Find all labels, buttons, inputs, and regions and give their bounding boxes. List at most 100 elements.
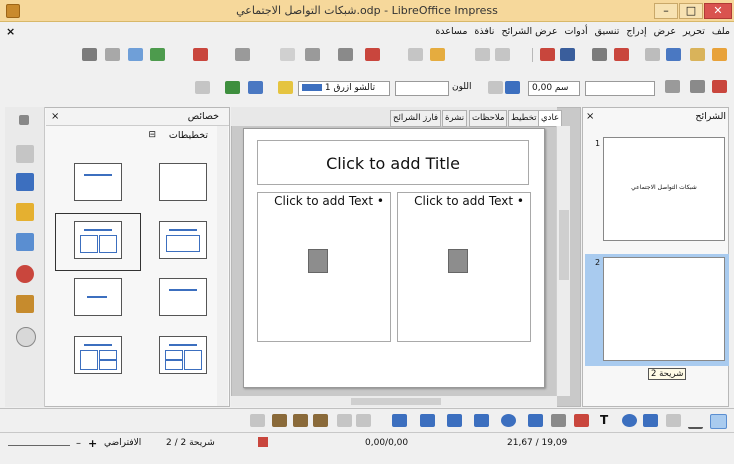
vertical-scroll-thumb[interactable] [559,210,569,280]
basic-shapes-icon[interactable] [528,414,543,427]
workspace-horizontal-scrollbar[interactable] [231,396,557,407]
layout-title-content[interactable] [74,163,122,201]
tab-notes[interactable]: ملاحظات [469,110,508,127]
line-icon[interactable] [665,80,680,93]
tab-outline[interactable]: تخطيط [508,110,540,127]
extrusion-icon[interactable] [272,414,287,427]
insert-object-icon[interactable] [308,249,328,273]
menu-file[interactable]: ملف [712,26,730,37]
master-slides-icon[interactable] [150,48,165,61]
sidebar-menu-icon[interactable] [19,115,29,125]
title-placeholder[interactable]: Click to add Title [257,140,529,185]
menu-tools[interactable]: أدوات [565,26,588,37]
area-style-icon[interactable] [488,81,503,94]
block-arrows-icon[interactable] [474,414,489,427]
grid-icon[interactable] [280,48,295,61]
slide-thumbnail-1[interactable]: شبكات التواصل الاجتماعي [603,137,725,241]
layout-blank[interactable] [159,163,207,201]
shadow-icon[interactable] [278,81,293,94]
impress-app-icon[interactable] [6,4,20,18]
ellipse-tool-icon[interactable] [622,414,637,427]
slideshow-icon[interactable] [82,48,97,61]
tab-handout[interactable]: نشرة [442,110,468,127]
slide-thumbnail-2[interactable] [603,257,725,361]
text-placeholder-left[interactable]: Click to add Text • [257,192,391,342]
minimize-button[interactable]: – [654,3,678,19]
points-icon[interactable] [356,414,371,427]
new-document-icon[interactable] [712,48,727,61]
copy-icon[interactable] [540,48,555,61]
image-icon[interactable] [313,414,328,427]
menu-edit[interactable]: تحرير [683,26,705,37]
line-style-select[interactable] [585,81,655,96]
clone-format-icon[interactable] [475,48,490,61]
tab-slide-sorter[interactable]: فارز الشرائح [390,110,442,127]
symbol-shapes-icon[interactable] [501,414,516,427]
new-slide-icon[interactable] [105,48,120,61]
glue-points-icon[interactable] [337,414,352,427]
stars-icon[interactable] [392,414,407,427]
maximize-button[interactable]: □ [679,3,703,19]
pdf-icon[interactable] [614,48,629,61]
shadow-tool-icon[interactable] [250,414,265,427]
align-icon[interactable] [690,80,705,93]
undo-icon[interactable] [430,48,445,61]
layouts-section-header[interactable]: تخطيطات ⊟ [60,130,210,144]
area-style-select[interactable] [395,81,449,96]
zoom-slider[interactable] [8,445,70,446]
open-icon[interactable] [690,48,705,61]
layout-title-only[interactable] [159,278,207,316]
line-color-icon[interactable] [505,81,520,94]
menu-help[interactable]: مساعدة [435,26,467,37]
styles-icon[interactable] [16,265,34,283]
rectangle-tool-icon[interactable] [643,414,658,427]
export-icon[interactable] [645,48,660,61]
line-tool-icon[interactable] [688,414,703,429]
slides-panel-close-button[interactable]: × [586,111,594,122]
insert-chart-icon[interactable] [305,48,320,61]
callouts-icon[interactable] [420,414,435,427]
horizontal-scroll-thumb[interactable] [351,398,441,405]
menu-slideshow[interactable]: عرض الشرائح [501,26,557,37]
slide-layout-icon[interactable] [128,48,143,61]
line-style-icon[interactable] [712,80,727,93]
cut-icon[interactable] [560,48,575,61]
menu-format[interactable]: تنسيق [595,26,620,37]
select-icon[interactable] [710,414,727,429]
zoom-in-button[interactable]: + [88,437,97,450]
fill-color-select[interactable]: تالشو ازرق 1 [298,81,390,96]
effects-icon[interactable] [195,81,210,94]
layout-title-two-content[interactable] [74,221,122,259]
freeform-line-icon[interactable] [574,414,589,427]
slide-transition-icon[interactable] [16,173,34,191]
insert-table-icon[interactable] [338,48,353,61]
close-document-button[interactable]: × [6,25,15,38]
layout-centered-text[interactable] [74,278,122,316]
layout-title-2content-content[interactable] [159,336,207,374]
layout-title-content-2content[interactable] [74,336,122,374]
layout-title-content-2[interactable] [159,221,207,259]
gallery-icon[interactable] [16,295,34,313]
insert-object-icon[interactable] [448,249,468,273]
menu-window[interactable]: نافذة [474,26,494,37]
spellcheck-icon[interactable] [193,48,208,61]
close-window-button[interactable]: ✕ [704,3,732,19]
menu-insert[interactable]: إدراج [626,26,646,37]
master-pages-icon[interactable] [16,233,34,251]
properties-icon[interactable] [16,145,34,163]
transform-icon[interactable] [225,81,240,94]
paste-icon[interactable] [495,48,510,61]
redo-icon[interactable] [408,48,423,61]
save-icon[interactable] [666,48,681,61]
workspace-vertical-scrollbar[interactable] [556,126,570,396]
fontwork-icon[interactable] [293,414,308,427]
print-icon[interactable] [592,48,607,61]
navigator-icon[interactable] [16,327,36,347]
connector-icon[interactable] [551,414,566,427]
crop-icon[interactable] [248,81,263,94]
tab-normal[interactable]: عادي [538,110,563,127]
flowchart-icon[interactable] [447,414,462,427]
props-scrollbar[interactable] [217,126,228,406]
zoom-out-button[interactable]: – [76,438,81,449]
arrow-tool-icon[interactable] [666,414,681,427]
